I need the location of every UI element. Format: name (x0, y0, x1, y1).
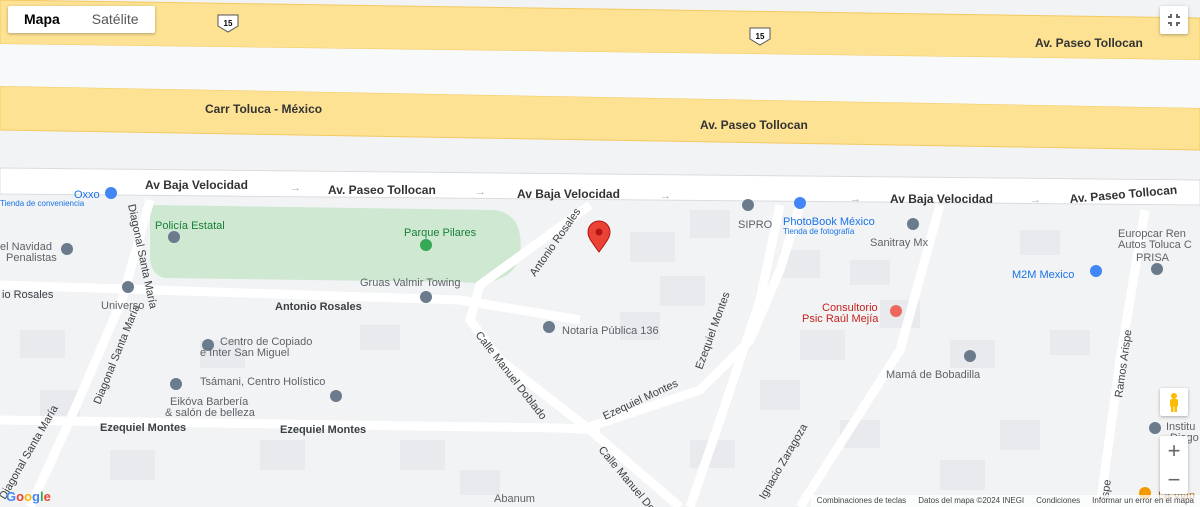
plus-icon: + (1167, 437, 1181, 463)
poi-penalistas[interactable]: Penalistas (6, 252, 57, 264)
fullscreen-exit-icon (1168, 14, 1180, 26)
svg-text:→: → (475, 186, 486, 198)
zoom-in-button[interactable]: + (1160, 436, 1188, 465)
poi-inter-san-miguel[interactable]: e Inter San Miguel (200, 347, 289, 359)
svg-text:→: → (290, 182, 301, 194)
fullscreen-exit-button[interactable] (1160, 6, 1188, 34)
poi-notaria-publica[interactable]: Notaría Pública 136 (562, 325, 659, 337)
park-parque-pilares (150, 205, 521, 283)
road-label-carr-toluca-mexico: Carr Toluca - México (205, 102, 322, 116)
road-label-antonio-rosales: Antonio Rosales (275, 301, 362, 313)
poi-oxxo-category: Tienda de conveniencia (0, 199, 85, 208)
poi-salon-de-belleza[interactable]: & salón de belleza (165, 407, 256, 419)
road-label-antonio-rosales: io Rosales (2, 289, 54, 301)
street-view-pegman-button[interactable] (1160, 388, 1188, 416)
road-label-ezequiel-montes: Ezequiel Montes (280, 424, 366, 436)
svg-text:→: → (660, 190, 671, 202)
poi-sanitray[interactable]: Sanitray Mx (870, 237, 929, 249)
road-label-baja-velocidad: Av Baja Velocidad (145, 178, 248, 192)
poi-parque-pilares[interactable]: Parque Pilares (404, 227, 477, 239)
poi-psic-raul-mejia[interactable]: Psic Raúl Mejía (802, 313, 879, 325)
road-label-ezequiel-montes: Ezequiel Montes (100, 422, 186, 434)
map-type-map-button[interactable]: Mapa (8, 6, 76, 33)
poi-policia-estatal[interactable]: Policía Estatal (155, 220, 225, 232)
map-type-satellite-button[interactable]: Satélite (76, 6, 155, 33)
minus-icon: − (1167, 466, 1181, 492)
poi-tsamani[interactable]: Tsámani, Centro Holístico (200, 376, 325, 388)
zoom-control: + − (1160, 436, 1188, 494)
map-canvas[interactable]: 15 15 Av. Paseo Tollocan Carr Toluca - M… (0, 0, 1200, 507)
poi-autos-toluca[interactable]: Autos Toluca C (1118, 239, 1192, 251)
poi-abanum[interactable]: Abanum (494, 493, 535, 505)
road-label-baja-velocidad: Av Baja Velocidad (890, 192, 993, 206)
terms-link[interactable]: Condiciones (1036, 495, 1080, 507)
pegman-icon (1170, 393, 1178, 412)
road-label-paseo-tollocan: Av. Paseo Tollocan (1035, 36, 1143, 50)
poi-prisa[interactable]: PRISA (1136, 252, 1170, 264)
poi-mama-de-bobadilla[interactable]: Mamá de Bobadilla (886, 369, 981, 381)
svg-text:→: → (1030, 194, 1041, 206)
poi-m2m-mexico[interactable]: M2M Mexico (1012, 269, 1074, 281)
map-type-control: Mapa Satélite (8, 6, 155, 33)
poi-sipro[interactable]: SIPRO (738, 219, 773, 231)
road-label-paseo-tollocan: Av. Paseo Tollocan (700, 118, 808, 132)
poi-universo[interactable]: Universo (101, 300, 144, 312)
svg-text:15: 15 (756, 32, 765, 41)
google-logo[interactable]: Google (6, 489, 51, 504)
svg-text:15: 15 (224, 19, 233, 28)
road-label-paseo-tollocan: Av. Paseo Tollocan (328, 183, 436, 197)
map-data-attribution: Datos del mapa ©2024 INEGI (918, 496, 1025, 505)
map-attribution-bar: Combinaciones de teclas Datos del mapa ©… (810, 495, 1200, 507)
poi-gruas-valmir[interactable]: Gruas Valmir Towing (360, 277, 460, 289)
svg-text:→: → (850, 193, 861, 205)
poi-photobook-category: Tienda de fotografía (783, 227, 855, 236)
keyboard-shortcuts-link[interactable]: Combinaciones de teclas (817, 495, 906, 507)
road-label-baja-velocidad: Av Baja Velocidad (517, 187, 620, 201)
zoom-out-button[interactable]: − (1160, 465, 1188, 494)
report-error-link[interactable]: Informar un error en el mapa (1092, 495, 1194, 507)
